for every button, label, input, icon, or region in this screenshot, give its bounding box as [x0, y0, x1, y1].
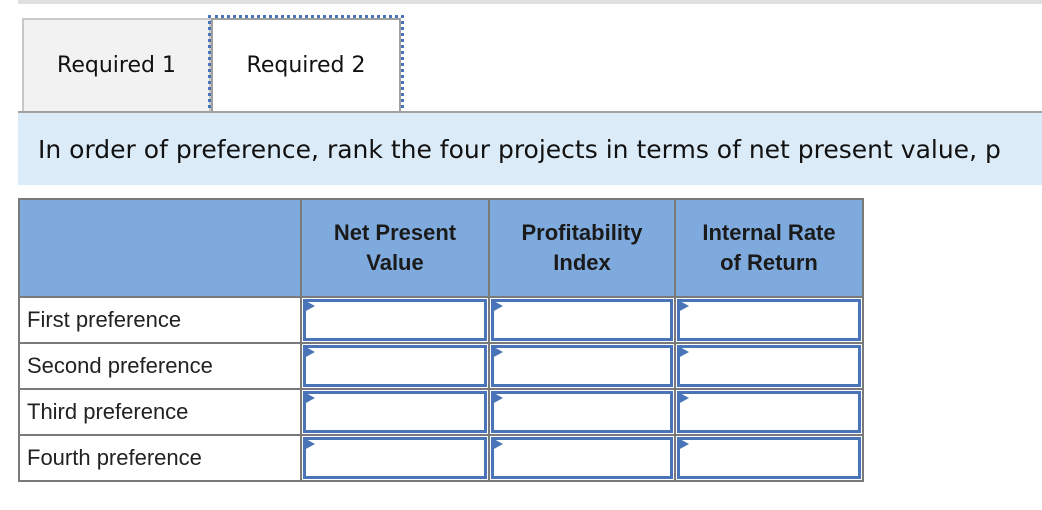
dropdown-flag-icon — [678, 346, 689, 358]
dropdown-select[interactable] — [303, 437, 487, 479]
instruction-text: In order of preference, rank the four pr… — [38, 134, 1001, 164]
dropdown-flag-icon — [492, 300, 503, 312]
dropdown-flag-icon — [492, 346, 503, 358]
ranking-table: Net Present Value Profitability Index In… — [18, 198, 864, 482]
dropdown-select[interactable] — [303, 345, 487, 387]
tab-label: Required 2 — [246, 53, 366, 78]
tab-required-1[interactable]: Required 1 — [22, 18, 211, 111]
dropdown-flag-icon — [304, 392, 315, 404]
header-line: Value — [366, 250, 424, 275]
dropdown-select[interactable] — [491, 391, 673, 433]
cell-irr — [674, 388, 864, 436]
column-header-profitability-index: Profitability Index — [488, 198, 676, 298]
table-row: Third preference — [18, 388, 864, 436]
header-row: Net Present Value Profitability Index In… — [18, 198, 864, 298]
table-row: Fourth preference — [18, 434, 864, 482]
dropdown-flag-icon — [678, 300, 689, 312]
cell-profitability-index — [488, 434, 676, 482]
dropdown-flag-icon — [304, 346, 315, 358]
tab-label: Required 1 — [57, 53, 176, 78]
cell-profitability-index — [488, 388, 676, 436]
dropdown-select[interactable] — [303, 299, 487, 341]
cell-npv — [300, 388, 490, 436]
row-label: Third preference — [18, 388, 302, 436]
instruction-banner: In order of preference, rank the four pr… — [18, 113, 1042, 185]
column-header-npv: Net Present Value — [300, 198, 490, 298]
dropdown-select[interactable] — [677, 299, 861, 341]
dropdown-select[interactable] — [677, 345, 861, 387]
dropdown-select[interactable] — [491, 299, 673, 341]
dropdown-select[interactable] — [677, 391, 861, 433]
header-corner — [18, 198, 302, 298]
header-line: Net Present — [333, 220, 457, 245]
dropdown-flag-icon — [678, 392, 689, 404]
dropdown-select[interactable] — [491, 437, 673, 479]
table-row: Second preference — [18, 342, 864, 390]
tab-required-2[interactable]: Required 2 — [208, 15, 404, 114]
row-label: Second preference — [18, 342, 302, 390]
header-line: Profitability — [521, 220, 643, 245]
dropdown-select[interactable] — [303, 391, 487, 433]
cell-irr — [674, 342, 864, 390]
dropdown-flag-icon — [492, 392, 503, 404]
top-divider — [18, 0, 1042, 4]
dropdown-flag-icon — [304, 300, 315, 312]
dropdown-select[interactable] — [491, 345, 673, 387]
dropdown-flag-icon — [304, 438, 315, 450]
cell-npv — [300, 434, 490, 482]
cell-profitability-index — [488, 342, 676, 390]
cell-npv — [300, 296, 490, 344]
header-line: Internal Rate — [702, 220, 836, 245]
cell-irr — [674, 434, 864, 482]
row-label: Fourth preference — [18, 434, 302, 482]
cell-npv — [300, 342, 490, 390]
header-line: Index — [553, 250, 611, 275]
dropdown-flag-icon — [678, 438, 689, 450]
dropdown-flag-icon — [492, 438, 503, 450]
header-line: of Return — [720, 250, 818, 275]
column-header-irr: Internal Rate of Return — [674, 198, 864, 298]
cell-profitability-index — [488, 296, 676, 344]
row-label: First preference — [18, 296, 302, 344]
table-row: First preference — [18, 296, 864, 344]
dropdown-select[interactable] — [677, 437, 861, 479]
cell-irr — [674, 296, 864, 344]
